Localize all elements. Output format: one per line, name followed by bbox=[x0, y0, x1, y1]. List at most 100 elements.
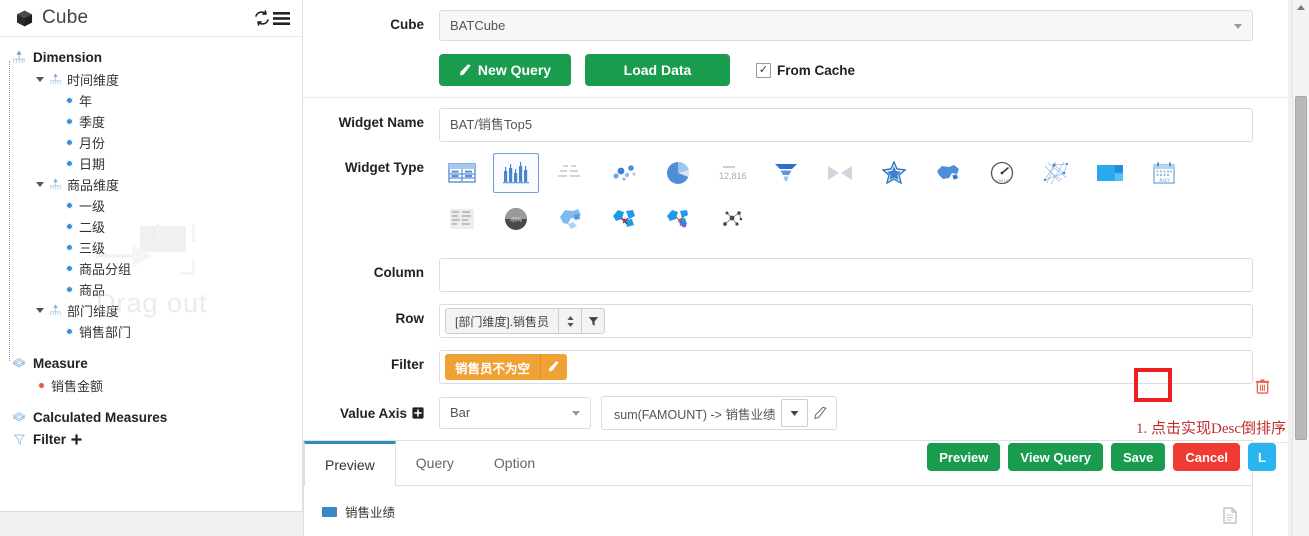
form-row-widget-name: Widget Name BAT/销售Top5 bbox=[303, 98, 1288, 149]
bullet-icon bbox=[38, 382, 45, 389]
measure-dropzone[interactable]: sum(FAMOUNT) -> 销售业绩 bbox=[601, 396, 837, 430]
measure-chip[interactable]: sum(FAMOUNT) -> 销售业绩 bbox=[606, 400, 832, 426]
widget-type-pivot-blur-icon[interactable] bbox=[439, 199, 485, 239]
widget-type-radar-star-icon[interactable] bbox=[871, 153, 917, 193]
widget-type-pie-chart-icon[interactable] bbox=[655, 153, 701, 193]
widget-type-number-kpi-icon[interactable]: 12,816 bbox=[709, 153, 755, 193]
view-query-button[interactable]: View Query bbox=[1008, 443, 1103, 471]
hamburger-menu-icon[interactable] bbox=[273, 10, 290, 27]
row-label: Row bbox=[303, 304, 439, 334]
bullet-icon bbox=[66, 118, 73, 125]
document-icon[interactable] bbox=[1222, 506, 1238, 524]
bullet-icon bbox=[66, 244, 73, 251]
delete-value-axis-icon[interactable] bbox=[1254, 378, 1270, 394]
tab-option[interactable]: Option bbox=[474, 441, 555, 485]
tree-leaf-sales-dept[interactable]: 销售部门 bbox=[10, 321, 302, 342]
filter-chip-label: 销售员不为空 bbox=[445, 358, 540, 377]
tree-leaf-label: 三级 bbox=[79, 238, 105, 257]
measure-sort-dropdown-button[interactable] bbox=[781, 399, 808, 427]
widget-type-map-marker-icon[interactable] bbox=[601, 199, 647, 239]
tree-node-label: 时间维度 bbox=[67, 70, 119, 89]
measure-label: sum(FAMOUNT) -> 销售业绩 bbox=[606, 404, 781, 423]
tab-preview[interactable]: Preview bbox=[304, 441, 396, 486]
value-axis-label-wrap: Value Axis bbox=[303, 396, 439, 430]
tree-leaf-level1[interactable]: 一级 bbox=[10, 195, 302, 216]
hierarchy-icon bbox=[10, 48, 28, 66]
measure-edit-icon[interactable] bbox=[808, 400, 832, 426]
tree-node-time-dimension[interactable]: 时间维度 bbox=[10, 69, 302, 90]
widget-type-text-table-icon[interactable] bbox=[547, 153, 593, 193]
sort-updown-icon[interactable] bbox=[558, 309, 581, 333]
widget-type-tile-block-icon[interactable] bbox=[1087, 153, 1133, 193]
filter-dropzone[interactable]: 销售员不为空 bbox=[439, 350, 1253, 384]
row-dropzone[interactable]: [部门维度].销售员 bbox=[439, 304, 1253, 338]
scrollbar-thumb[interactable] bbox=[1295, 96, 1307, 440]
widget-type-network-graph-icon[interactable] bbox=[1033, 153, 1079, 193]
caret-down-icon[interactable] bbox=[36, 182, 44, 187]
tree-leaf-label: 月份 bbox=[79, 133, 105, 152]
caret-down-icon[interactable] bbox=[36, 77, 44, 82]
cube-select[interactable]: BATCube bbox=[439, 10, 1253, 41]
svg-text:JULY: JULY bbox=[1159, 178, 1170, 183]
widget-type-table-icon[interactable] bbox=[439, 153, 485, 193]
tree-node-department-dimension[interactable]: 部门维度 bbox=[10, 300, 302, 321]
from-cache-checkbox[interactable]: ✓ bbox=[756, 63, 771, 78]
refresh-icon[interactable] bbox=[253, 10, 270, 27]
save-button[interactable]: Save bbox=[1111, 443, 1165, 471]
widget-type-map-china-icon[interactable] bbox=[925, 153, 971, 193]
tab-option-label: Option bbox=[494, 455, 535, 471]
filter-chip[interactable]: 销售员不为空 bbox=[445, 354, 567, 380]
tree-leaf-date[interactable]: 日期 bbox=[10, 153, 302, 174]
widget-type-funnel-chart-icon[interactable] bbox=[763, 153, 809, 193]
row-field-chip[interactable]: [部门维度].销售员 bbox=[445, 308, 605, 334]
caret-down-icon[interactable] bbox=[36, 308, 44, 313]
widget-type-map-heat-icon[interactable] bbox=[655, 199, 701, 239]
app-root: Cube bbox=[0, 0, 1309, 536]
tree-leaf-quarter[interactable]: 季度 bbox=[10, 111, 302, 132]
tree-leaf-level3[interactable]: 三级 bbox=[10, 237, 302, 258]
widget-name-input[interactable]: BAT/销售Top5 bbox=[439, 108, 1253, 142]
cancel-button[interactable]: Cancel bbox=[1173, 443, 1240, 471]
widget-type-map-region-icon[interactable] bbox=[547, 199, 593, 239]
widget-type-circle-progress-icon[interactable]: -65% bbox=[493, 199, 539, 239]
tab-query[interactable]: Query bbox=[396, 441, 474, 485]
tree-leaf-product[interactable]: 商品 bbox=[10, 279, 302, 300]
scroll-up-arrow-icon[interactable] bbox=[1297, 5, 1305, 10]
measure-icon bbox=[10, 408, 28, 426]
widget-type-bow-chart-icon[interactable] bbox=[817, 153, 863, 193]
row-field-label: [部门维度].销售员 bbox=[446, 313, 558, 330]
edit-icon[interactable] bbox=[540, 354, 567, 380]
tree-leaf-label: 一级 bbox=[79, 196, 105, 215]
page-scrollbar[interactable] bbox=[1292, 0, 1309, 536]
tree-leaf-sales-amount[interactable]: 销售金额 bbox=[10, 375, 302, 396]
widget-type-scatter-chart-icon[interactable] bbox=[601, 153, 647, 193]
lock-button[interactable]: L bbox=[1248, 443, 1276, 471]
tree-section-dimension[interactable]: Dimension bbox=[10, 47, 302, 67]
tree-section-calculated-measures[interactable]: Calculated Measures bbox=[10, 407, 302, 427]
tree-node-product-dimension[interactable]: 商品维度 bbox=[10, 174, 302, 195]
tree-leaf-level2[interactable]: 二级 bbox=[10, 216, 302, 237]
tree-leaf-month[interactable]: 月份 bbox=[10, 132, 302, 153]
preview-button[interactable]: Preview bbox=[927, 443, 1000, 471]
funnel-icon[interactable] bbox=[581, 309, 604, 333]
tree-leaf-product-group[interactable]: 商品分组 bbox=[10, 258, 302, 279]
tree-leaf-year[interactable]: 年 bbox=[10, 90, 302, 111]
load-data-button[interactable]: Load Data bbox=[585, 54, 730, 86]
tree-section-measure[interactable]: Measure bbox=[10, 353, 302, 373]
column-dropzone[interactable] bbox=[439, 258, 1253, 292]
widget-type-molecule-graph-icon[interactable] bbox=[709, 199, 755, 239]
widget-type-bar-chart-icon[interactable] bbox=[493, 153, 539, 193]
chart-type-value: Bar bbox=[450, 405, 470, 420]
plus-square-icon[interactable] bbox=[412, 407, 424, 419]
tree-section-filter[interactable]: Filter bbox=[10, 429, 302, 449]
widget-type-calendar-icon[interactable]: JULY bbox=[1141, 153, 1187, 193]
add-filter-icon[interactable] bbox=[71, 434, 82, 445]
svg-text:-65%: -65% bbox=[510, 218, 522, 224]
widget-type-gauge-chart-icon[interactable]: 0 50 100 bbox=[979, 153, 1025, 193]
form-row-row: Row [部门维度].销售员 bbox=[303, 298, 1288, 344]
widget-type-grid: 12,816 bbox=[439, 153, 1199, 245]
chevron-down-icon bbox=[572, 411, 580, 416]
chart-type-select[interactable]: Bar bbox=[439, 397, 591, 429]
from-cache-checkbox-wrap[interactable]: ✓ From Cache bbox=[756, 63, 855, 78]
new-query-button[interactable]: New Query bbox=[439, 54, 571, 86]
